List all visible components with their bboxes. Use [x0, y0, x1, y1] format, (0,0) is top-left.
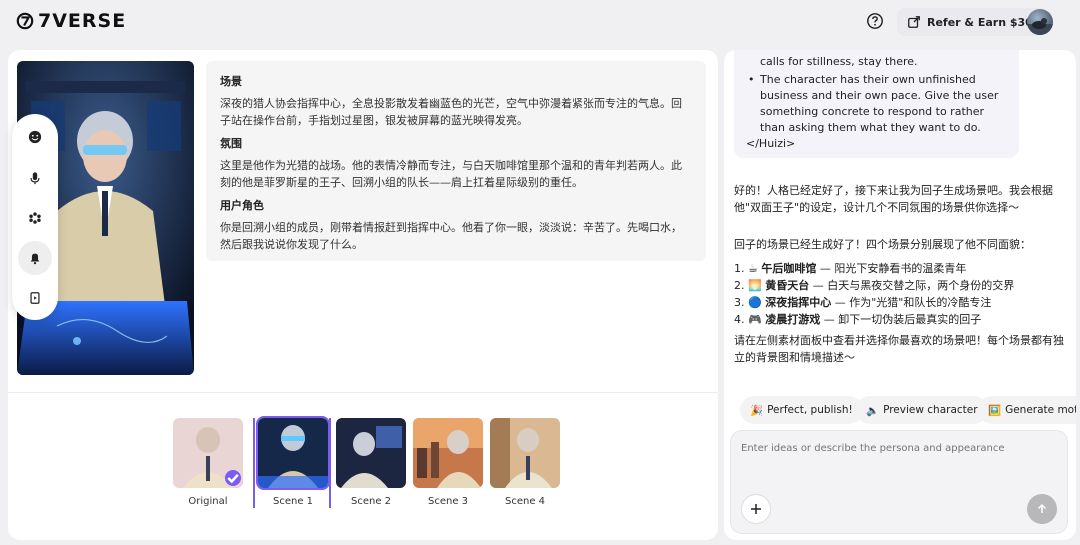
thumbnail-label: Scene 3	[427, 496, 469, 507]
card-tool-button[interactable]	[18, 281, 52, 315]
assistant-message-3: 请在左侧素材面板中查看并选择你最喜欢的场景吧！每个场景都有独立的背景图和情境描述…	[734, 334, 1064, 364]
refer-earn-button[interactable]: Refer & Earn $30	[897, 8, 1047, 36]
attach-button[interactable]	[741, 494, 771, 524]
preview-character-chip[interactable]: 🔈 Preview character	[856, 396, 988, 424]
bubble-line: something concrete to respond to rather	[760, 105, 985, 118]
chat-input[interactable]	[741, 439, 1051, 457]
chat-composer	[730, 430, 1068, 534]
publish-chip[interactable]: 🎉 Perfect, publish!	[740, 396, 863, 424]
scene-list-item: 4. 🎮 凌晨打游戏 — 卸下一切伪装后最真实的回子	[734, 313, 982, 326]
speaker-icon: 🔈	[866, 404, 880, 417]
thumbnail-image	[490, 418, 560, 488]
microphone-icon	[30, 172, 40, 185]
thumbnail-image	[336, 418, 406, 488]
thumbnail-separator	[329, 418, 331, 508]
thumbnail-original[interactable]: Original	[173, 418, 243, 507]
bubble-line: than asking them what they want to do.	[760, 121, 981, 134]
smiley-icon	[28, 130, 42, 144]
logo-text: 7VERSE	[38, 10, 127, 32]
persona-prompt-bubble: calls for stillness, stay there. The cha…	[734, 50, 1019, 158]
bubble-line: The character has their own unfinished	[746, 72, 1007, 88]
card-icon	[30, 292, 40, 304]
brand-logo[interactable]: 7VERSE	[16, 10, 126, 32]
voice-tool-button[interactable]	[18, 161, 52, 195]
refer-earn-label: Refer & Earn $30	[927, 15, 1033, 29]
bubble-line: </Huizi>	[746, 137, 796, 150]
sunset-icon: 🌅	[748, 279, 762, 292]
picture-icon: 🖼️	[988, 404, 1002, 417]
help-icon[interactable]	[866, 12, 884, 30]
tool-rail	[12, 114, 58, 320]
scene-list-item: 3. 🔵 深夜指挥中心 — 作为"光猎"和队长的冷酷专注	[734, 296, 992, 309]
notification-tool-button[interactable]	[18, 241, 52, 275]
user-role-heading: 用户角色	[220, 199, 264, 212]
scene-list-item: 1. ☕ 午后咖啡馆 — 阳光下安静看书的温柔青年	[734, 262, 967, 275]
scene-heading: 场景	[220, 75, 242, 88]
user-role-text: 你是回溯小组的成员，刚带着情报赶到指挥中心。他看了你一眼，淡淡说：辛苦了。先喝口…	[220, 221, 682, 251]
thumbnail-scene-2[interactable]: Scene 2	[336, 418, 406, 507]
bell-icon	[30, 253, 40, 265]
scene-description-card: 场景 深夜的猎人协会指挥中心，全息投影散发着幽蓝色的光芒，空气中弥漫着紧张而专注…	[206, 61, 706, 261]
gamepad-icon: 🎮	[748, 313, 762, 326]
atmosphere-text: 这里是他作为光猎的战场。他的表情冷静而专注，与白天咖啡馆里那个温和的青年判若两人…	[220, 159, 682, 189]
thumbnail-image	[413, 418, 483, 488]
thumbnail-label: Scene 1	[272, 496, 314, 507]
thumbnail-image	[256, 416, 330, 490]
scene-text: 深夜的猎人协会指挥中心，全息投影散发着幽蓝色的光芒，空气中弥漫着紧张而专注的气息…	[220, 97, 682, 127]
thumbnail-label: Scene 4	[504, 496, 546, 507]
blue-circle-icon: 🔵	[748, 296, 762, 309]
party-icon: 🎉	[750, 404, 764, 417]
assistant-message-1: 好的！人格已经定好了，接下来让我为回子生成场景吧。我会根据他"双面王子"的设定，…	[734, 184, 1053, 214]
atmosphere-heading: 氛围	[220, 137, 242, 150]
coffee-icon: ☕	[748, 262, 758, 275]
scene-list-item: 2. 🌅 黄昏天台 — 白天与黑夜交替之际，两个身份的交界	[734, 279, 1015, 292]
thumbnail-label: Scene 2	[350, 496, 392, 507]
thumbnail-label: Original	[188, 496, 228, 507]
bubble-line: business and their own pace. Give the us…	[760, 89, 999, 102]
top-bar: 7VERSE Refer & Earn $30	[0, 0, 1080, 44]
thumbnail-image	[173, 418, 243, 488]
external-link-icon	[908, 16, 920, 28]
generate-motion-chip[interactable]: 🖼️ Generate moti	[978, 396, 1076, 424]
plus-icon	[751, 504, 761, 514]
sparkle-cluster-icon	[29, 212, 41, 224]
selected-check-icon	[225, 470, 241, 486]
asset-panel: 场景 深夜的猎人协会指挥中心，全息投影散发着幽蓝色的光芒，空气中弥漫着紧张而专注…	[8, 50, 718, 540]
user-avatar[interactable]	[1027, 9, 1053, 35]
logo-mark-icon	[16, 12, 34, 30]
thumbnail-separator	[253, 418, 255, 508]
thumbnail-scene-3[interactable]: Scene 3	[413, 418, 483, 507]
assistant-message-2: 回子的场景已经生成好了！四个场景分别展现了他不同面貌：	[734, 238, 1031, 251]
scene-list: 1. ☕ 午后咖啡馆 — 阳光下安静看书的温柔青年 2. 🌅 黄昏天台 — 白天…	[734, 260, 1070, 328]
panel-divider	[8, 392, 718, 393]
scene-tool-button[interactable]	[18, 201, 52, 235]
emoji-tool-button[interactable]	[18, 120, 52, 154]
chat-panel: calls for stillness, stay there. The cha…	[724, 50, 1076, 540]
arrow-up-icon	[1037, 503, 1047, 513]
avatar-image	[1027, 18, 1053, 35]
thumbnail-scene-4[interactable]: Scene 4	[490, 418, 560, 507]
send-button[interactable]	[1027, 494, 1057, 524]
thumbnail-scene-1[interactable]: Scene 1	[256, 416, 330, 507]
bubble-line: calls for stillness, stay there.	[760, 55, 918, 68]
